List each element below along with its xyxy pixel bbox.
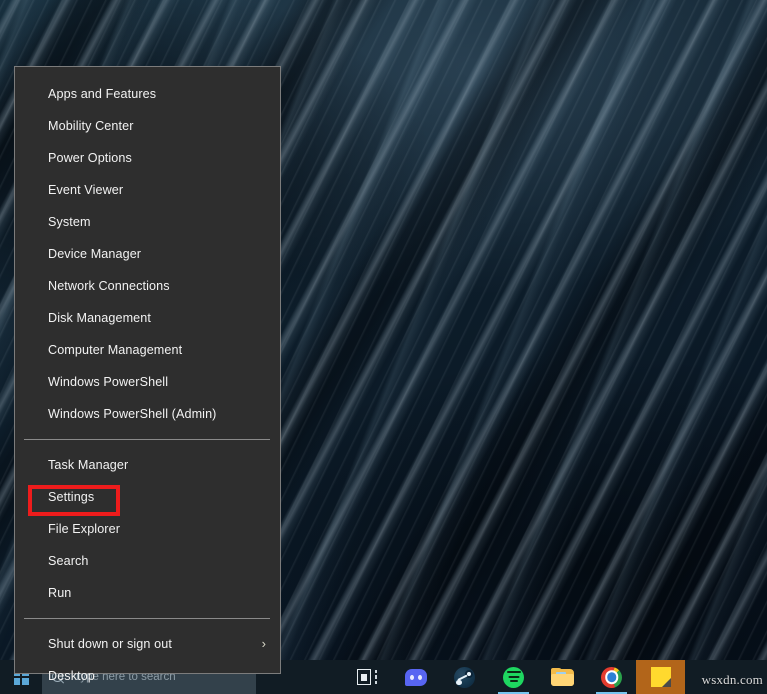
taskbar-discord-button[interactable] <box>391 660 440 694</box>
menu-item-event-viewer[interactable]: Event Viewer <box>15 174 280 206</box>
taskbar-chrome-button[interactable] <box>587 660 636 694</box>
taskbar-spotify-button[interactable] <box>489 660 538 694</box>
chevron-right-icon: › <box>261 636 266 651</box>
menu-item-power-options[interactable]: Power Options <box>15 142 280 174</box>
menu-item-label: Run <box>48 586 72 600</box>
menu-item-label: Settings <box>48 490 95 504</box>
taskbar-file-explorer-button[interactable] <box>538 660 587 694</box>
menu-item-label: Event Viewer <box>48 183 124 197</box>
menu-item-label: System <box>48 215 91 229</box>
menu-item-mobility-center[interactable]: Mobility Center <box>15 110 280 142</box>
menu-item-label: Windows PowerShell (Admin) <box>48 407 217 421</box>
menu-item-label: Device Manager <box>48 247 142 261</box>
menu-item-label: Mobility Center <box>48 119 134 133</box>
menu-item-windows-powershell-admin[interactable]: Windows PowerShell (Admin) <box>15 398 280 430</box>
taskbar-sticky-notes-button[interactable] <box>636 660 685 694</box>
menu-item-label: Task Manager <box>48 458 129 472</box>
task-view-icon <box>356 669 377 685</box>
menu-item-file-explorer[interactable]: File Explorer <box>15 513 280 545</box>
menu-item-run[interactable]: Run <box>15 577 280 609</box>
menu-separator-1 <box>24 439 270 440</box>
chrome-icon <box>601 666 622 688</box>
menu-separator-2 <box>24 618 270 619</box>
menu-item-task-manager[interactable]: Task Manager <box>15 449 280 481</box>
menu-item-label: Desktop <box>48 669 95 683</box>
menu-item-search[interactable]: Search <box>15 545 280 577</box>
watermark-text: wsxdn.com <box>701 672 763 687</box>
menu-item-label: Network Connections <box>48 279 170 293</box>
menu-item-label: Search <box>48 554 89 568</box>
menu-item-label: Windows PowerShell <box>48 375 169 389</box>
menu-item-settings[interactable]: Settings <box>15 481 280 516</box>
menu-item-system[interactable]: System <box>15 206 280 238</box>
desktop-screen: Apps and Features Mobility Center Power … <box>0 0 767 694</box>
taskbar-task-view-button[interactable] <box>342 660 391 694</box>
winx-power-user-menu: Apps and Features Mobility Center Power … <box>14 66 281 683</box>
menu-item-label: Computer Management <box>48 343 183 357</box>
menu-item-label: Disk Management <box>48 311 151 325</box>
menu-item-label: File Explorer <box>48 522 120 536</box>
menu-item-label: Power Options <box>48 151 132 165</box>
menu-item-desktop[interactable]: Desktop <box>15 660 280 692</box>
steam-icon <box>454 666 475 688</box>
menu-item-computer-management[interactable]: Computer Management <box>15 334 280 366</box>
menu-item-network-connections[interactable]: Network Connections <box>15 270 280 302</box>
folder-icon <box>551 668 574 686</box>
menu-item-disk-management[interactable]: Disk Management <box>15 302 280 334</box>
taskbar-button-group <box>342 660 685 694</box>
discord-icon <box>404 668 427 686</box>
menu-item-apps-and-features[interactable]: Apps and Features <box>15 78 280 110</box>
menu-item-shut-down-or-sign-out[interactable]: Shut down or sign out › <box>15 628 280 660</box>
spotify-icon <box>503 666 524 688</box>
taskbar-steam-button[interactable] <box>440 660 489 694</box>
menu-item-label: Apps and Features <box>48 87 157 101</box>
menu-item-label: Shut down or sign out <box>48 637 172 651</box>
menu-item-windows-powershell[interactable]: Windows PowerShell <box>15 366 280 398</box>
menu-item-device-manager[interactable]: Device Manager <box>15 238 280 270</box>
sticky-note-icon <box>650 667 671 687</box>
